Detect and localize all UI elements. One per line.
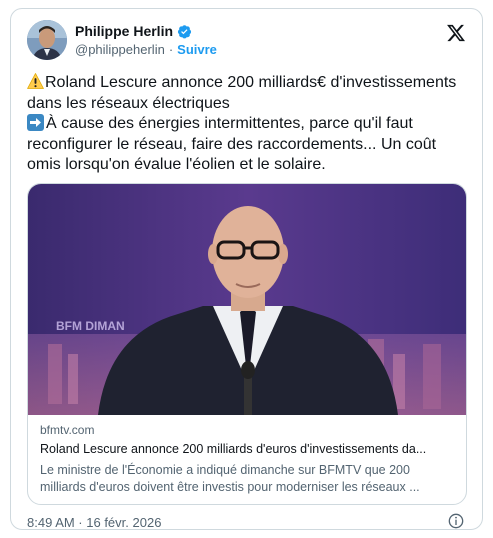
link-description: Le ministre de l'Économie a indiqué dima… bbox=[40, 463, 420, 494]
author-handle-row: @philippeherlin · Suivre bbox=[75, 42, 217, 57]
tweet-line-1: Roland Lescure annonce 200 milliards€ d'… bbox=[27, 74, 457, 112]
tweet-line-2: À cause des énergies intermittentes, par… bbox=[27, 115, 437, 173]
warning-emoji-icon bbox=[27, 73, 44, 89]
avatar[interactable] bbox=[27, 20, 67, 60]
tweet-timestamp[interactable]: 8:49 AM · 16 févr. 2026 bbox=[27, 515, 161, 530]
tweet-text: Roland Lescure annonce 200 milliards€ d'… bbox=[27, 73, 467, 176]
link-preview-meta: bfmtv.com Roland Lescure annonce 200 mil… bbox=[40, 422, 456, 496]
link-preview-card[interactable]: BFM DIMAN bfmtv.com Roland Lescure annon… bbox=[27, 183, 467, 505]
bfm-overlay-text: BFM DIMAN bbox=[56, 319, 125, 333]
tweet-paragraph-2: À cause des énergies intermittentes, par… bbox=[27, 114, 467, 176]
link-domain: bfmtv.com bbox=[40, 423, 95, 437]
author-handle[interactable]: @philippeherlin bbox=[75, 42, 165, 57]
author-name-row: Philippe Herlin bbox=[75, 23, 192, 39]
info-icon[interactable] bbox=[448, 513, 464, 529]
follow-button[interactable]: Suivre bbox=[177, 42, 217, 57]
tweet-paragraph-1: Roland Lescure annonce 200 milliards€ d'… bbox=[27, 73, 467, 114]
tweet-card: Philippe Herlin @philippeherlin · Suivre… bbox=[10, 8, 483, 530]
link-preview-image[interactable]: BFM DIMAN bbox=[28, 184, 466, 415]
handle-separator: · bbox=[168, 42, 174, 57]
author-display-name[interactable]: Philippe Herlin bbox=[75, 23, 173, 39]
x-logo-icon[interactable] bbox=[446, 23, 466, 43]
right-arrow-emoji-icon bbox=[27, 114, 44, 131]
link-title[interactable]: Roland Lescure annonce 200 milliards d'e… bbox=[40, 441, 456, 458]
verified-badge-icon bbox=[177, 24, 192, 38]
